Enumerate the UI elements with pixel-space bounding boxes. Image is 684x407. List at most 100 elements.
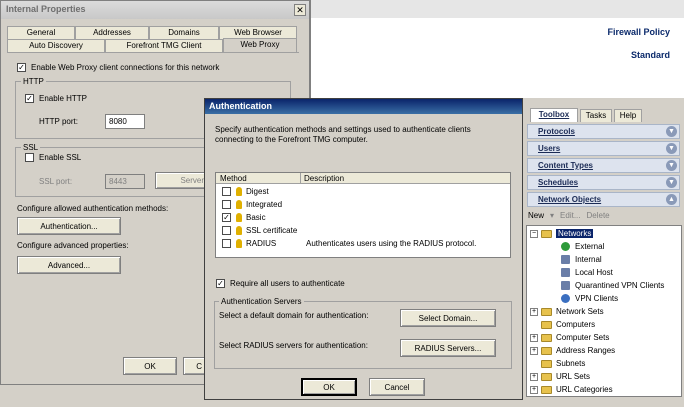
dialog-title: Authentication xyxy=(205,99,522,114)
tree-label: Networks xyxy=(556,229,594,238)
tree-label: Computers xyxy=(556,320,596,329)
new-button[interactable]: New xyxy=(528,211,544,220)
http-port-field[interactable]: 8080 xyxy=(105,114,145,129)
auth-servers-title: Authentication Servers xyxy=(219,297,304,306)
tree-item-local-host[interactable]: Local Host xyxy=(561,268,613,277)
tree-item-vpn-clients[interactable]: VPN Clients xyxy=(561,294,618,303)
tree-item-internal[interactable]: Internal xyxy=(561,255,602,264)
advanced-button[interactable]: Advanced... xyxy=(17,256,121,274)
key-icon xyxy=(236,200,242,209)
enable-web-proxy-checkbox[interactable]: ✓ xyxy=(17,63,26,72)
enable-http-checkbox[interactable]: ✓ xyxy=(25,94,34,103)
tree-label: VPN Clients xyxy=(575,294,619,303)
enable-web-proxy-label: Enable Web Proxy client connections for … xyxy=(31,63,220,72)
tab-auto-discovery[interactable]: Auto Discovery xyxy=(7,39,105,52)
tab-web-proxy[interactable]: Web Proxy xyxy=(223,38,297,53)
enable-ssl-checkbox[interactable] xyxy=(25,153,34,162)
tree-item-network-sets[interactable]: + Network Sets xyxy=(530,307,604,316)
tab-toolbox[interactable]: Toolbox xyxy=(530,108,578,122)
server-button[interactable]: Server xyxy=(155,172,209,189)
chevron-down-icon[interactable]: ▼ xyxy=(666,160,677,171)
edit-button[interactable]: Edit... xyxy=(560,211,580,220)
tab-divider xyxy=(7,52,299,53)
tab-tasks[interactable]: Tasks xyxy=(580,109,612,122)
section-schedules[interactable]: Schedules ▼ xyxy=(527,175,680,190)
close-icon[interactable]: ✕ xyxy=(294,4,306,16)
col-divider xyxy=(300,173,301,184)
auth-methods-label: Configure allowed authentication methods… xyxy=(17,204,169,213)
collapse-icon[interactable]: − xyxy=(530,229,538,238)
expand-icon[interactable]: + xyxy=(530,372,538,381)
expand-icon[interactable]: + xyxy=(530,346,538,355)
cancel-button[interactable]: Cancel xyxy=(369,378,425,396)
ok-button[interactable]: OK xyxy=(301,378,357,396)
method-row-ssl-certificate[interactable]: SSL certificate xyxy=(222,226,297,235)
authentication-button[interactable]: Authentication... xyxy=(17,217,121,235)
network-icon xyxy=(561,255,570,264)
method-row-radius[interactable]: RADIUS xyxy=(222,239,276,248)
folder-icon xyxy=(541,333,552,342)
method-row-basic[interactable]: ✓ Basic xyxy=(222,213,266,222)
folder-icon xyxy=(541,320,552,329)
select-domain-button[interactable]: Select Domain... xyxy=(400,309,496,327)
tree-label: Address Ranges xyxy=(556,346,616,355)
col-method[interactable]: Method xyxy=(220,174,247,183)
expand-icon[interactable]: + xyxy=(530,385,538,394)
tree-item-url-categories[interactable]: + URL Categories xyxy=(530,385,613,394)
tab-help[interactable]: Help xyxy=(614,109,642,122)
method-checkbox[interactable] xyxy=(222,226,231,235)
tree-item-quarantined-vpn[interactable]: Quarantined VPN Clients xyxy=(561,281,664,290)
tab-general[interactable]: General xyxy=(7,26,75,39)
ok-button[interactable]: OK xyxy=(123,357,177,375)
require-all-label: Require all users to authenticate xyxy=(230,279,345,288)
delete-button[interactable]: Delete xyxy=(586,211,609,220)
chevron-down-icon[interactable]: ▾ xyxy=(550,211,554,220)
tree-item-external[interactable]: External xyxy=(561,242,604,251)
section-protocols[interactable]: Protocols ▼ xyxy=(527,124,680,139)
key-icon xyxy=(236,187,242,196)
tab-forefront-tmg-client[interactable]: Forefront TMG Client xyxy=(105,39,223,52)
radius-description: Authenticates users using the RADIUS pro… xyxy=(306,239,477,248)
tree-item-url-sets[interactable]: + URL Sets xyxy=(530,372,590,381)
chevron-up-icon[interactable]: ▲ xyxy=(666,194,677,205)
section-network-objects[interactable]: Network Objects ▲ xyxy=(527,192,680,207)
folder-icon xyxy=(541,307,552,316)
chevron-down-icon[interactable]: ▼ xyxy=(666,143,677,154)
method-name: RADIUS xyxy=(246,239,277,248)
enable-ssl-label: Enable SSL xyxy=(39,153,82,162)
method-checkbox[interactable] xyxy=(222,200,231,209)
method-checkbox[interactable] xyxy=(222,187,231,196)
tree-item-computers[interactable]: Computers xyxy=(530,320,595,329)
radius-servers-button[interactable]: RADIUS Servers... xyxy=(400,339,496,357)
globe-icon xyxy=(561,242,570,251)
method-row-digest[interactable]: Digest xyxy=(222,187,269,196)
method-checkbox[interactable]: ✓ xyxy=(222,213,231,222)
expand-icon[interactable]: + xyxy=(530,333,538,342)
col-description[interactable]: Description xyxy=(304,174,344,183)
section-content-types[interactable]: Content Types ▼ xyxy=(527,158,680,173)
expand-icon[interactable]: + xyxy=(530,307,538,316)
ssl-port-label: SSL port: xyxy=(39,177,73,186)
tree-label: Quarantined VPN Clients xyxy=(575,281,665,290)
method-checkbox[interactable] xyxy=(222,239,231,248)
tree-item-address-ranges[interactable]: + Address Ranges xyxy=(530,346,615,355)
method-row-integrated[interactable]: Integrated xyxy=(222,200,282,209)
pane-header xyxy=(311,0,684,18)
ssl-port-field[interactable]: 8443 xyxy=(105,174,145,189)
http-port-label: HTTP port: xyxy=(39,117,78,126)
enable-http-label: Enable HTTP xyxy=(39,94,88,103)
method-name: Digest xyxy=(246,187,269,196)
section-users[interactable]: Users ▼ xyxy=(527,141,680,156)
tab-addresses[interactable]: Addresses xyxy=(75,26,149,39)
tree-item-computer-sets[interactable]: + Computer Sets xyxy=(530,333,609,342)
tree-item-networks[interactable]: − Networks xyxy=(530,229,594,238)
chevron-down-icon[interactable]: ▼ xyxy=(666,126,677,137)
list-header: Method Description xyxy=(216,173,510,184)
page-title: Firewall Policy xyxy=(607,27,670,37)
tab-domains[interactable]: Domains xyxy=(149,26,219,39)
network-objects-tree: − Networks External Internal Local Host Q… xyxy=(526,225,682,397)
chevron-down-icon[interactable]: ▼ xyxy=(666,177,677,188)
require-all-checkbox[interactable]: ✓ xyxy=(216,279,225,288)
tree-item-subnets[interactable]: Subnets xyxy=(530,359,585,368)
toolbox-panel: Toolbox Tasks Help Protocols ▼ Users ▼ Con… xyxy=(524,98,684,398)
